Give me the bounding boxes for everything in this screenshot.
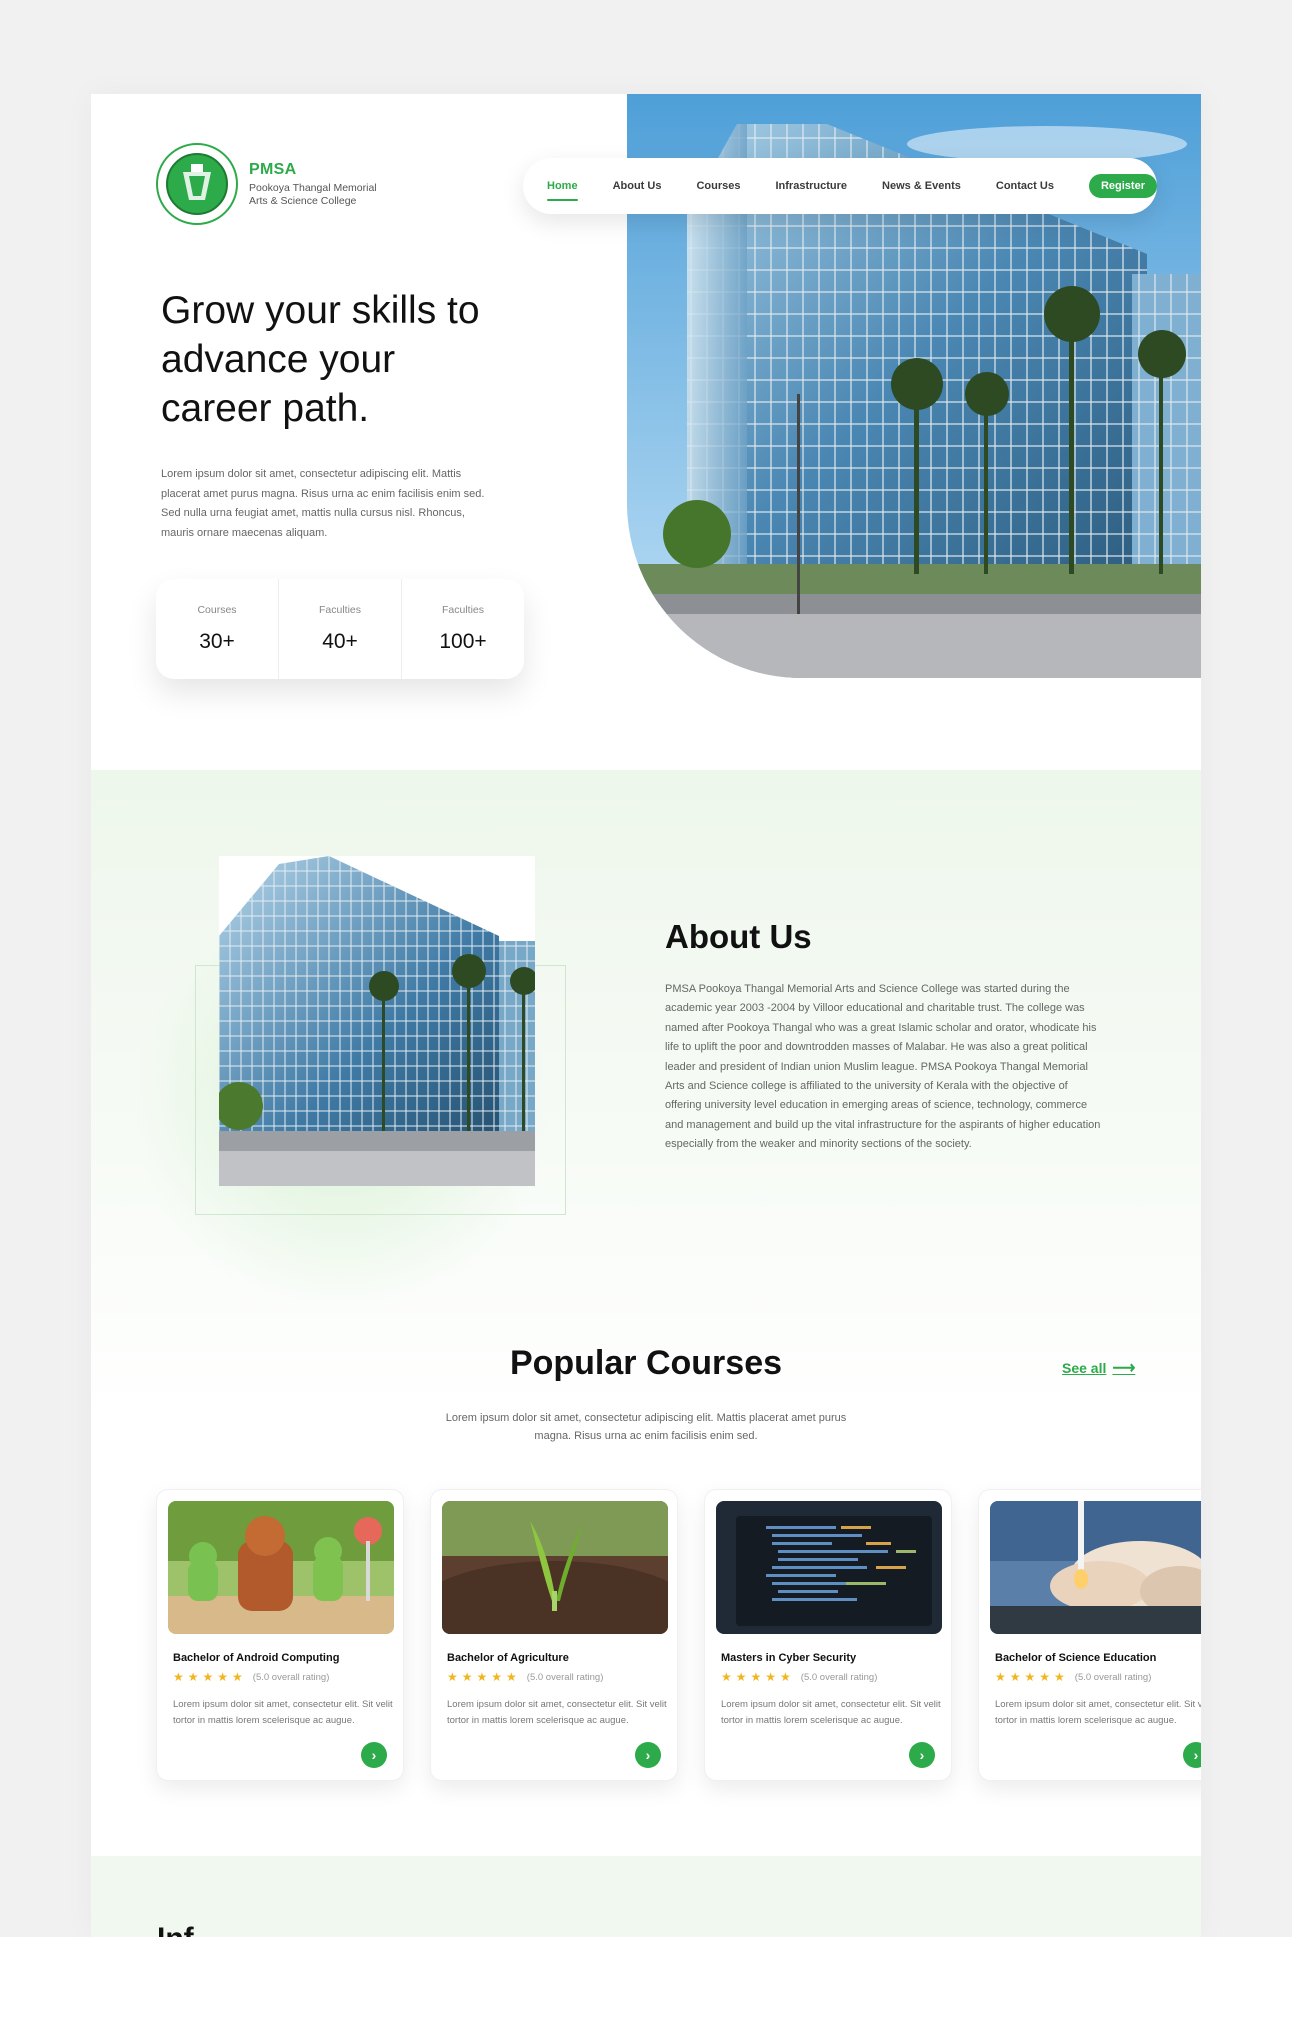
course-description: Lorem ipsum dolor sit amet, consectetur …: [447, 1699, 667, 1726]
stat-label: Courses: [197, 604, 237, 616]
course-title: Masters in Cyber Security: [721, 1652, 857, 1664]
hero-title: Grow your skills to advance your career …: [161, 289, 480, 430]
course-card[interactable]: Bachelor of Android Computing ★★★★★ (5.0…: [156, 1489, 404, 1781]
course-card[interactable]: Bachelor of Agriculture ★★★★★ (5.0 overa…: [430, 1489, 678, 1781]
see-all-link[interactable]: See all ⟶: [1062, 1358, 1135, 1378]
brand-name: Pookoya Thangal Memorial Arts & Science …: [249, 181, 377, 207]
chevron-right-icon[interactable]: ›: [909, 1742, 935, 1768]
course-rating: ★★★★★ (5.0 overall rating): [447, 1670, 603, 1684]
course-card[interactable]: Masters in Cyber Security ★★★★★ (5.0 ove…: [704, 1489, 952, 1781]
rating-text: (5.0 overall rating): [526, 1671, 604, 1683]
star-icons: ★★★★★: [173, 1670, 247, 1684]
stat-value: 30+: [199, 630, 235, 653]
course-description: Lorem ipsum dolor sit amet, consectetur …: [721, 1699, 941, 1726]
college-seal-icon: [156, 143, 238, 225]
arrow-right-icon: ⟶: [1112, 1360, 1136, 1377]
chevron-right-icon[interactable]: ›: [635, 1742, 661, 1768]
about-building-image: [219, 856, 535, 1186]
course-title: Bachelor of Android Computing: [173, 1652, 340, 1664]
course-title: Bachelor of Science Education: [995, 1652, 1157, 1664]
stat-courses: Courses 30+: [156, 579, 279, 679]
star-icons: ★★★★★: [995, 1670, 1069, 1684]
course-rating: ★★★★★ (5.0 overall rating): [995, 1670, 1151, 1684]
rating-text: (5.0 overall rating): [1074, 1671, 1152, 1683]
course-description: Lorem ipsum dolor sit amet, consectetur …: [173, 1699, 393, 1726]
chevron-right-icon[interactable]: ›: [1183, 1742, 1201, 1768]
nav-courses[interactable]: Courses: [696, 180, 740, 192]
chevron-right-icon[interactable]: ›: [361, 1742, 387, 1768]
nav-contact-us[interactable]: Contact Us: [996, 180, 1054, 192]
rating-text: (5.0 overall rating): [252, 1671, 330, 1683]
stat-value: 100+: [439, 630, 487, 653]
page-bottom-margin: [0, 1937, 1292, 2021]
register-button[interactable]: Register: [1088, 174, 1157, 198]
stat-faculties-2: Faculties 100+: [402, 579, 524, 679]
course-card[interactable]: Bachelor of Science Education ★★★★★ (5.0…: [978, 1489, 1201, 1781]
stat-label: Faculties: [441, 604, 484, 616]
course-title: Bachelor of Agriculture: [447, 1652, 569, 1664]
next-section-title: Inf: [157, 1924, 194, 1937]
infrastructure-section: [91, 1856, 1201, 1937]
stat-faculties: Faculties 40+: [279, 579, 402, 679]
college-logo[interactable]: PMSA Pookoya Thangal Memorial Arts & Sci…: [155, 142, 389, 226]
page: PMSA Pookoya Thangal Memorial Arts & Sci…: [91, 94, 1201, 1937]
hero-description: Lorem ipsum dolor sit amet, consectetur …: [161, 468, 485, 539]
nav-home[interactable]: Home: [547, 180, 578, 201]
about-title: About Us: [665, 918, 812, 955]
stats-card: Courses 30+ Faculties 40+ Faculties 100+: [156, 579, 524, 679]
brand-abbr: PMSA: [249, 160, 297, 178]
star-icons: ★★★★★: [721, 1670, 795, 1684]
code-screen-photo: [716, 1501, 942, 1634]
courses-title: Popular Courses: [509, 1344, 783, 1382]
courses-description: Lorem ipsum dolor sit amet, consectetur …: [445, 1412, 847, 1442]
rating-text: (5.0 overall rating): [800, 1671, 878, 1683]
nav-news-events[interactable]: News & Events: [882, 180, 961, 192]
course-rating: ★★★★★ (5.0 overall rating): [721, 1670, 877, 1684]
nav-infrastructure[interactable]: Infrastructure: [775, 180, 847, 192]
course-rating: ★★★★★ (5.0 overall rating): [173, 1670, 329, 1684]
star-icons: ★★★★★: [447, 1670, 521, 1684]
main-nav: Home About Us Courses Infrastructure New…: [523, 158, 1157, 214]
stat-value: 40+: [322, 630, 358, 653]
about-text: PMSA Pookoya Thangal Memorial Arts and S…: [665, 983, 1101, 1151]
see-all-label: See all: [1062, 1360, 1107, 1376]
sprout-photo: [442, 1501, 668, 1634]
rocket-launch-photo: [990, 1501, 1201, 1634]
course-description: Lorem ipsum dolor sit amet, consectetur …: [995, 1699, 1201, 1726]
nav-about-us[interactable]: About Us: [613, 180, 662, 192]
android-garden-photo: [168, 1501, 394, 1634]
stat-label: Faculties: [318, 604, 361, 616]
